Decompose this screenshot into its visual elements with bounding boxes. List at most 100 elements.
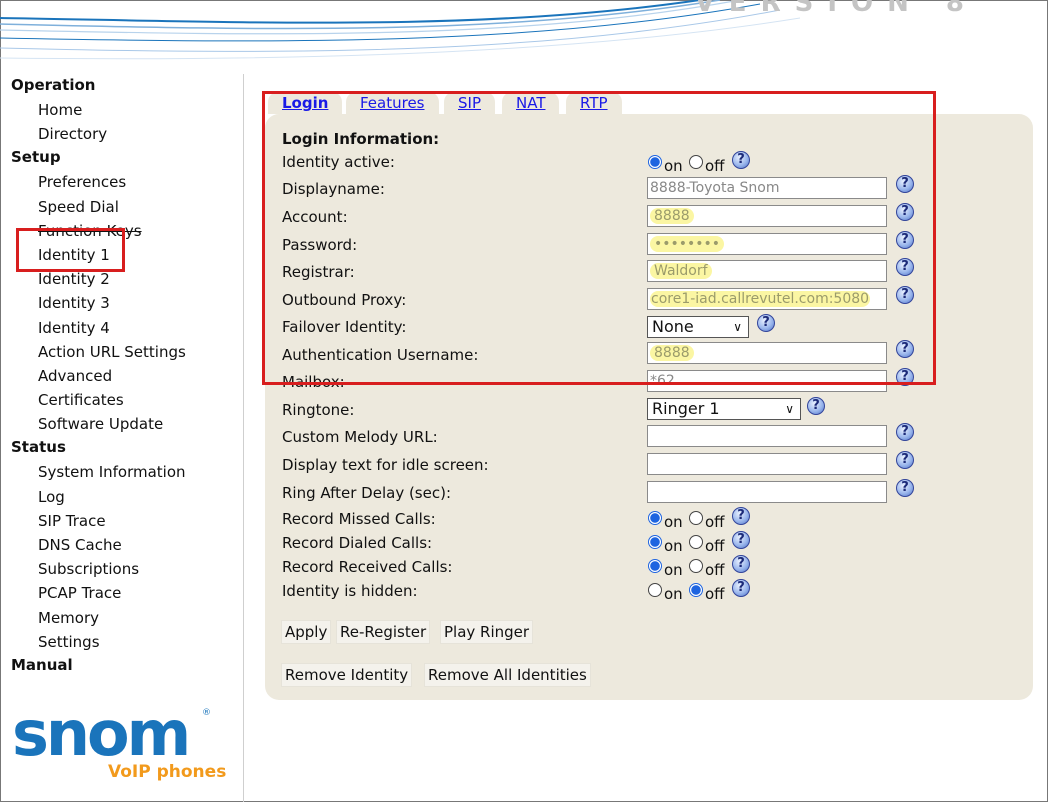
outbound-proxy-value: core1-iad.callrevutel.com:5080 xyxy=(650,291,871,307)
nav-item-preferences[interactable]: Preferences xyxy=(0,170,243,194)
radio-label-on: on xyxy=(664,561,683,579)
custom-melody-url-field[interactable] xyxy=(647,425,887,447)
radio-label-on: on xyxy=(664,513,683,531)
radio-label-off: off xyxy=(705,585,725,603)
nav-item-identity-2[interactable]: Identity 2 xyxy=(0,267,243,291)
radio-record-received-off[interactable] xyxy=(689,559,703,573)
label-record-dialed-calls: Record Dialed Calls: xyxy=(282,534,433,552)
label-mailbox: Mailbox: xyxy=(282,373,345,391)
help-icon[interactable]: ? xyxy=(732,531,750,549)
failover-identity-select[interactable]: None ∨ xyxy=(647,316,749,338)
nav-item-subscriptions[interactable]: Subscriptions xyxy=(0,557,243,581)
sidebar: Operation Home Directory Setup Preferenc… xyxy=(0,74,244,802)
failover-identity-value: None xyxy=(652,317,694,336)
nav-section-manual[interactable]: Manual xyxy=(0,654,243,678)
nav-item-system-information[interactable]: System Information xyxy=(0,460,243,484)
help-icon[interactable]: ? xyxy=(896,368,914,386)
nav-item-settings[interactable]: Settings xyxy=(0,630,243,654)
nav-item-advanced[interactable]: Advanced xyxy=(0,364,243,388)
nav-item-action-url-settings[interactable]: Action URL Settings xyxy=(0,340,243,364)
ringtone-select[interactable]: Ringer 1 ∨ xyxy=(647,398,801,420)
tab-login[interactable]: Login xyxy=(268,92,343,114)
radio-identity-active-on[interactable] xyxy=(648,155,662,169)
label-record-received-calls: Record Received Calls: xyxy=(282,558,453,576)
logo-tagline: VoIP phones xyxy=(108,762,227,782)
help-icon[interactable]: ? xyxy=(896,203,914,221)
remove-identity-button[interactable]: Remove Identity xyxy=(281,663,413,687)
nav-item-home[interactable]: Home xyxy=(0,98,243,122)
nav-item-speed-dial[interactable]: Speed Dial xyxy=(0,195,243,219)
account-value: 8888 xyxy=(650,208,694,224)
nav-item-certificates[interactable]: Certificates xyxy=(0,388,243,412)
tab-rtp[interactable]: RTP xyxy=(566,92,622,114)
help-icon[interactable]: ? xyxy=(732,555,750,573)
password-field[interactable]: •••••••• xyxy=(647,233,887,255)
label-registrar: Registrar: xyxy=(282,263,355,281)
ring-after-delay-field[interactable] xyxy=(647,481,887,503)
label-authentication-username: Authentication Username: xyxy=(282,346,479,364)
nav-item-dns-cache[interactable]: DNS Cache xyxy=(0,533,243,557)
nav-item-identity-4[interactable]: Identity 4 xyxy=(0,316,243,340)
nav-item-pcap-trace[interactable]: PCAP Trace xyxy=(0,581,243,605)
label-failover-identity: Failover Identity: xyxy=(282,318,407,336)
tab-nat[interactable]: NAT xyxy=(502,92,560,114)
displayname-field[interactable]: 8888-Toyota Snom xyxy=(647,177,887,199)
nav-item-log[interactable]: Log xyxy=(0,485,243,509)
authentication-username-value: 8888 xyxy=(650,345,694,361)
outbound-proxy-field[interactable]: core1-iad.callrevutel.com:5080 xyxy=(647,288,887,310)
nav-item-function-keys[interactable]: Function Keys xyxy=(0,219,243,243)
nav-item-identity-3[interactable]: Identity 3 xyxy=(0,291,243,315)
account-field[interactable]: 8888 xyxy=(647,205,887,227)
nav-item-identity-1[interactable]: Identity 1 xyxy=(0,243,243,267)
label-outbound-proxy: Outbound Proxy: xyxy=(282,291,407,309)
help-icon[interactable]: ? xyxy=(896,423,914,441)
label-account: Account: xyxy=(282,208,348,226)
registrar-value: Waldorf xyxy=(650,263,712,279)
tab-sip[interactable]: SIP xyxy=(444,92,495,114)
help-icon[interactable]: ? xyxy=(732,579,750,597)
help-icon[interactable]: ? xyxy=(896,451,914,469)
remove-all-identities-button[interactable]: Remove All Identities xyxy=(424,663,591,687)
idle-screen-text-field[interactable] xyxy=(647,453,887,475)
registrar-field[interactable]: Waldorf xyxy=(647,260,887,282)
radio-record-missed-off[interactable] xyxy=(689,511,703,525)
nav-item-sip-trace[interactable]: SIP Trace xyxy=(0,509,243,533)
nav-item-directory[interactable]: Directory xyxy=(0,122,243,146)
help-icon[interactable]: ? xyxy=(896,231,914,249)
chevron-down-icon: ∨ xyxy=(733,320,742,334)
nav-section-setup: Setup xyxy=(11,148,61,167)
help-icon[interactable]: ? xyxy=(896,340,914,358)
header-banner: VERSION 8 xyxy=(0,0,1048,70)
radio-identity-hidden-off[interactable] xyxy=(689,583,703,597)
help-icon[interactable]: ? xyxy=(896,175,914,193)
label-ring-after-delay: Ring After Delay (sec): xyxy=(282,484,452,502)
radio-identity-hidden-on[interactable] xyxy=(648,583,662,597)
help-icon[interactable]: ? xyxy=(896,258,914,276)
radio-record-received-on[interactable] xyxy=(648,559,662,573)
help-icon[interactable]: ? xyxy=(732,507,750,525)
apply-button[interactable]: Apply xyxy=(281,620,332,644)
help-icon[interactable]: ? xyxy=(807,397,825,415)
radio-label-on: on xyxy=(664,537,683,555)
help-icon[interactable]: ? xyxy=(896,286,914,304)
logo-wordmark: snom xyxy=(12,697,191,770)
help-icon[interactable]: ? xyxy=(757,314,775,332)
play-ringer-button[interactable]: Play Ringer xyxy=(440,620,534,644)
radio-label-off: off xyxy=(705,537,725,555)
version-label: VERSION 8 xyxy=(694,0,978,18)
nav-section-status: Status xyxy=(11,438,66,457)
label-identity-hidden: Identity is hidden: xyxy=(282,582,418,600)
label-ringtone: Ringtone: xyxy=(282,401,355,419)
tab-features[interactable]: Features xyxy=(346,92,439,114)
radio-identity-active-off[interactable] xyxy=(689,155,703,169)
mailbox-field[interactable]: *62 xyxy=(647,370,887,392)
authentication-username-field[interactable]: 8888 xyxy=(647,342,887,364)
help-icon[interactable]: ? xyxy=(732,151,750,169)
re-register-button[interactable]: Re-Register xyxy=(336,620,431,644)
nav-item-software-update[interactable]: Software Update xyxy=(0,412,243,436)
radio-record-missed-on[interactable] xyxy=(648,511,662,525)
radio-record-dialed-off[interactable] xyxy=(689,535,703,549)
help-icon[interactable]: ? xyxy=(896,479,914,497)
nav-item-memory[interactable]: Memory xyxy=(0,606,243,630)
radio-record-dialed-on[interactable] xyxy=(648,535,662,549)
